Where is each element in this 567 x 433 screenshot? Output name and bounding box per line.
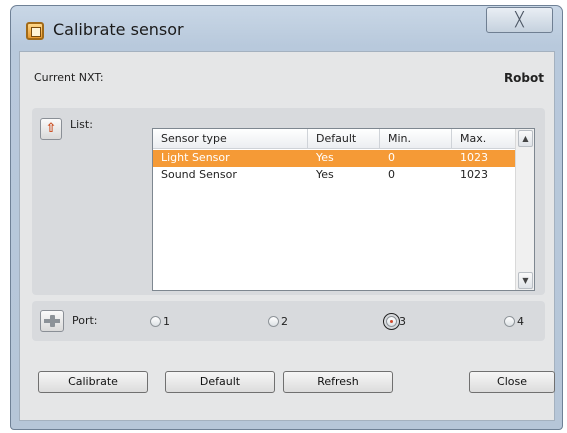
- port-option-label: 4: [517, 314, 524, 328]
- window-title: Calibrate sensor: [53, 20, 184, 39]
- current-nxt-label: Current NXT:: [34, 71, 104, 84]
- sensor-list-panel: ⇧ List: Sensor type Default Min. Max. Li…: [32, 108, 545, 295]
- table-row[interactable]: Light Sensor Yes 0 1023: [153, 150, 516, 167]
- cell-min: 0: [388, 151, 395, 164]
- port-option-label: 2: [281, 314, 288, 328]
- sensor-listview[interactable]: Sensor type Default Min. Max. Light Sens…: [152, 128, 535, 291]
- upload-icon[interactable]: ⇧: [40, 118, 62, 140]
- title-bar: Calibrate sensor ╳: [11, 6, 562, 50]
- cell-sensor-type: Sound Sensor: [161, 168, 237, 181]
- port-option-label: 3: [399, 314, 406, 328]
- radio-circle-icon: [150, 315, 161, 327]
- default-button[interactable]: Default: [165, 371, 275, 393]
- port-option-label: 1: [163, 314, 170, 328]
- calibrate-button[interactable]: Calibrate: [38, 371, 148, 393]
- table-row[interactable]: Sound Sensor Yes 0 1023: [153, 167, 516, 184]
- cell-max: 1023: [460, 151, 488, 164]
- vertical-scrollbar[interactable]: ▲ ▼: [515, 129, 534, 290]
- column-header-default[interactable]: Default: [308, 129, 380, 149]
- listview-header: Sensor type Default Min. Max.: [153, 129, 516, 149]
- app-icon: [26, 22, 44, 40]
- cell-default: Yes: [316, 151, 334, 164]
- radio-circle-icon: [383, 312, 400, 330]
- cell-sensor-type: Light Sensor: [161, 151, 230, 164]
- refresh-button[interactable]: Refresh: [283, 371, 393, 393]
- column-header-max[interactable]: Max.: [452, 129, 516, 149]
- column-header-min[interactable]: Min.: [380, 129, 452, 149]
- cell-default: Yes: [316, 168, 334, 181]
- close-icon[interactable]: ╳: [486, 7, 553, 33]
- cell-max: 1023: [460, 168, 488, 181]
- cell-min: 0: [388, 168, 395, 181]
- port-radio-1[interactable]: 1: [150, 313, 170, 329]
- scroll-up-icon[interactable]: ▲: [518, 130, 533, 147]
- scroll-down-icon[interactable]: ▼: [518, 272, 533, 289]
- column-header-sensor-type[interactable]: Sensor type: [153, 129, 308, 149]
- port-radio-3[interactable]: 3: [383, 312, 406, 330]
- port-panel: Port: 1 2 3 4: [32, 301, 545, 341]
- port-label: Port:: [72, 314, 98, 327]
- dialog-body: Current NXT: Robot ⇧ List: Sensor type D…: [19, 51, 555, 421]
- radio-circle-icon: [504, 315, 515, 327]
- current-nxt-value: Robot: [503, 71, 544, 85]
- calibrate-sensor-dialog: Calibrate sensor ╳ Current NXT: Robot ⇧ …: [10, 5, 563, 430]
- list-label: List:: [70, 118, 93, 131]
- port-radio-2[interactable]: 2: [268, 313, 288, 329]
- port-plug-icon: [40, 310, 64, 332]
- radio-circle-icon: [268, 315, 279, 327]
- port-radio-4[interactable]: 4: [504, 313, 524, 329]
- close-button[interactable]: Close: [469, 371, 555, 393]
